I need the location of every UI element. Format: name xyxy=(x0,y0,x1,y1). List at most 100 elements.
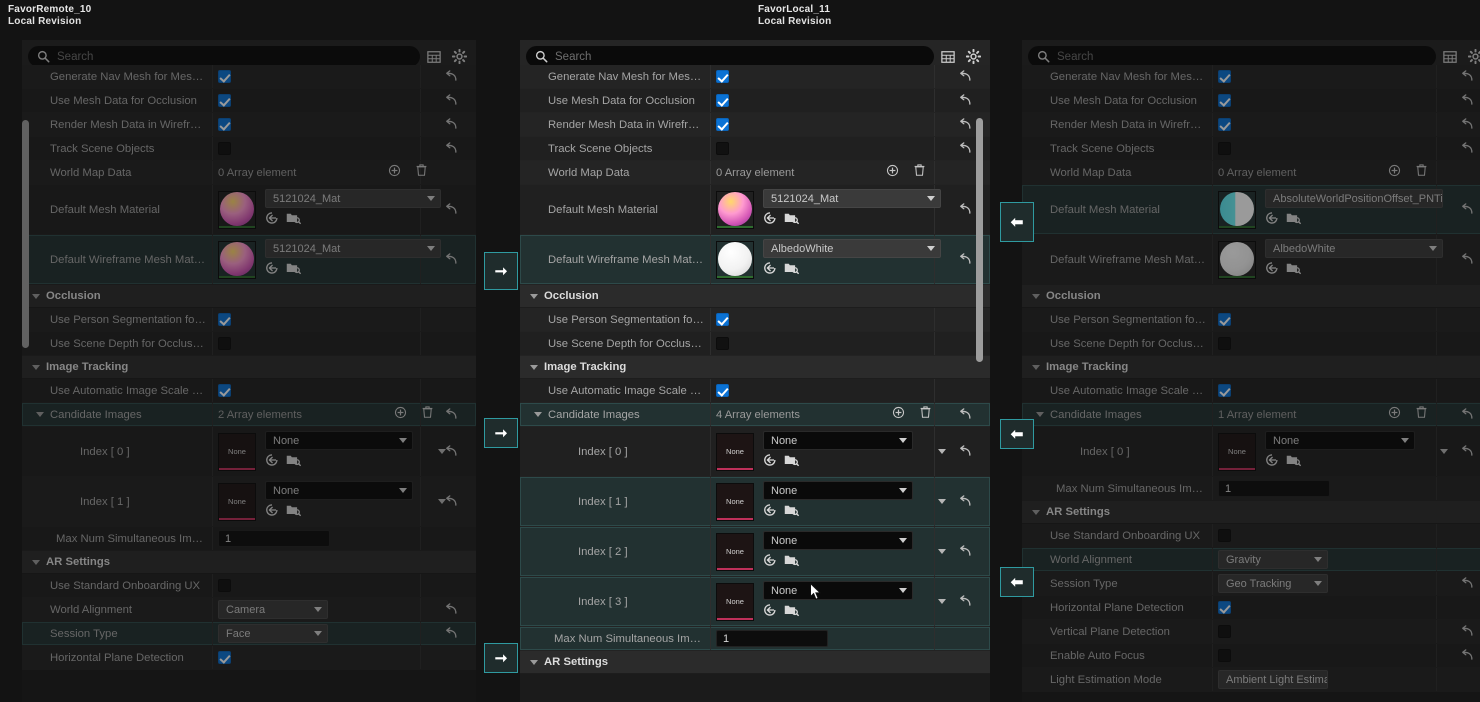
checkbox[interactable] xyxy=(716,118,729,131)
revert-property-button[interactable] xyxy=(1460,69,1474,84)
property-row[interactable]: Use Person Segmentation for... xyxy=(22,308,476,332)
property-row[interactable]: Candidate Images 4 Array elements xyxy=(520,403,990,427)
asset-picker-dropdown[interactable]: AlbedoWhite xyxy=(763,239,941,258)
use-selected-asset-button[interactable] xyxy=(763,453,777,472)
property-row[interactable]: Index [ 1 ] None None xyxy=(520,477,990,527)
checkbox[interactable] xyxy=(218,651,231,664)
checkbox[interactable] xyxy=(218,70,231,83)
revert-property-button[interactable] xyxy=(444,93,458,108)
property-row[interactable]: Generate Nav Mesh for Mesh D... xyxy=(520,65,990,89)
checkbox[interactable] xyxy=(1218,649,1231,662)
asset-picker-dropdown[interactable]: 5121024_Mat xyxy=(265,189,441,208)
asset-thumbnail[interactable]: None xyxy=(716,482,754,521)
revert-property-button[interactable] xyxy=(1460,648,1474,663)
property-value[interactable]: 0 Array element xyxy=(218,161,428,184)
asset-picker-dropdown[interactable]: 5121024_Mat xyxy=(763,189,941,208)
asset-picker-dropdown[interactable]: AlbedoWhite xyxy=(1265,239,1443,258)
property-row[interactable]: Candidate Images 2 Array elements xyxy=(22,403,476,427)
property-row[interactable]: Use Mesh Data for Occlusion xyxy=(22,89,476,113)
property-value[interactable] xyxy=(1218,524,1231,547)
property-value[interactable] xyxy=(716,65,729,88)
number-input[interactable]: 1 xyxy=(1218,480,1330,497)
property-row[interactable]: Use Scene Depth for Occlusion xyxy=(520,332,990,356)
merge-left-connector-candidates[interactable]: ⬅ xyxy=(1000,419,1034,449)
property-row[interactable]: Use Scene Depth for Occlusion xyxy=(22,332,476,356)
expand-asset-chevron-icon[interactable] xyxy=(938,499,946,504)
property-value[interactable] xyxy=(1218,620,1231,643)
use-selected-asset-button[interactable] xyxy=(265,453,279,472)
revert-property-button[interactable] xyxy=(958,141,972,156)
revert-property-button[interactable] xyxy=(1460,93,1474,108)
property-row[interactable]: Render Mesh Data in Wireframe xyxy=(1022,113,1480,137)
property-row[interactable]: Candidate Images 1 Array element xyxy=(1022,403,1480,427)
property-row[interactable]: Index [ 3 ] None None xyxy=(520,577,990,627)
revert-property-button[interactable] xyxy=(958,407,972,422)
use-selected-asset-button[interactable] xyxy=(763,261,777,280)
asset-picker-dropdown[interactable]: None xyxy=(763,481,913,500)
property-row[interactable]: World Alignment Camera xyxy=(22,598,476,622)
delete-elements-button[interactable] xyxy=(415,163,428,182)
property-value[interactable] xyxy=(716,308,729,331)
browse-asset-button[interactable] xyxy=(286,453,301,472)
expand-triangle-icon[interactable] xyxy=(530,364,538,370)
property-value[interactable] xyxy=(218,113,231,136)
browse-asset-button[interactable] xyxy=(286,211,301,230)
asset-picker-dropdown[interactable]: None xyxy=(763,581,913,600)
expand-asset-chevron-icon[interactable] xyxy=(938,449,946,454)
browse-asset-button[interactable] xyxy=(286,503,301,522)
property-value[interactable]: 0 Array element xyxy=(716,161,926,184)
asset-picker-dropdown[interactable]: None xyxy=(265,481,413,500)
property-row[interactable]: Default Mesh Material 5121024_Mat xyxy=(520,185,990,235)
property-value[interactable] xyxy=(218,308,231,331)
property-row[interactable]: Render Mesh Data in Wireframe xyxy=(22,113,476,137)
revert-property-button[interactable] xyxy=(444,602,458,617)
checkbox[interactable] xyxy=(1218,337,1231,350)
property-row[interactable]: Default Wireframe Mesh Materi... AlbedoW… xyxy=(520,235,990,285)
asset-thumbnail[interactable]: None xyxy=(716,582,754,621)
property-row[interactable]: Render Mesh Data in Wireframe xyxy=(520,113,990,137)
property-row[interactable]: Use Standard Onboarding UX xyxy=(1022,524,1480,548)
merge-right-connector-session-type[interactable]: ➞ xyxy=(484,643,518,673)
material-thumbnail[interactable] xyxy=(1218,190,1256,229)
expand-triangle-icon[interactable] xyxy=(530,659,538,665)
material-thumbnail[interactable] xyxy=(716,190,754,229)
property-value[interactable] xyxy=(1218,113,1231,136)
use-selected-asset-button[interactable] xyxy=(1265,211,1279,230)
use-selected-asset-button[interactable] xyxy=(763,503,777,522)
property-row[interactable]: Generate Nav Mesh for Mesh D... xyxy=(1022,65,1480,89)
category-header-ar-settings[interactable]: AR Settings xyxy=(520,651,990,674)
asset-picker-dropdown[interactable]: 5121024_Mat xyxy=(265,239,441,258)
property-value[interactable] xyxy=(218,65,231,88)
checkbox[interactable] xyxy=(1218,94,1231,107)
revert-property-button[interactable] xyxy=(444,444,458,459)
property-value[interactable]: 5121024_Mat xyxy=(218,185,441,234)
browse-asset-button[interactable] xyxy=(1286,261,1301,280)
delete-elements-button[interactable] xyxy=(913,163,926,182)
search-input[interactable]: Search xyxy=(1028,46,1436,67)
revert-property-button[interactable] xyxy=(958,202,972,217)
checkbox[interactable] xyxy=(716,142,729,155)
category-header-occlusion[interactable]: Occlusion xyxy=(1022,285,1480,308)
property-value[interactable]: 5121024_Mat xyxy=(218,235,441,284)
number-input[interactable]: 1 xyxy=(716,630,828,647)
revert-property-button[interactable] xyxy=(958,494,972,509)
add-element-button[interactable] xyxy=(394,406,407,424)
merge-right-connector-candidates[interactable]: ➞ xyxy=(484,418,518,448)
property-row[interactable]: Generate Nav Mesh for Mesh... xyxy=(22,65,476,89)
enum-dropdown[interactable]: Geo Tracking xyxy=(1218,574,1328,593)
property-value[interactable] xyxy=(218,332,231,355)
add-element-button[interactable] xyxy=(892,406,905,424)
material-thumbnail[interactable] xyxy=(218,190,256,229)
use-selected-asset-button[interactable] xyxy=(265,211,279,230)
property-row[interactable]: Index [ 0 ] None None xyxy=(520,427,990,477)
property-row[interactable]: Use Scene Depth for Occlusion xyxy=(1022,332,1480,356)
property-row[interactable]: Default Mesh Material 5121024_Mat xyxy=(22,185,476,235)
property-value[interactable] xyxy=(1218,308,1231,331)
property-value[interactable] xyxy=(1218,644,1231,667)
checkbox[interactable] xyxy=(218,313,231,326)
expand-triangle-icon[interactable] xyxy=(530,293,538,299)
checkbox[interactable] xyxy=(218,337,231,350)
property-value[interactable]: AlbedoWhite xyxy=(1218,235,1443,284)
checkbox[interactable] xyxy=(1218,142,1231,155)
property-value[interactable]: None None xyxy=(716,427,946,476)
